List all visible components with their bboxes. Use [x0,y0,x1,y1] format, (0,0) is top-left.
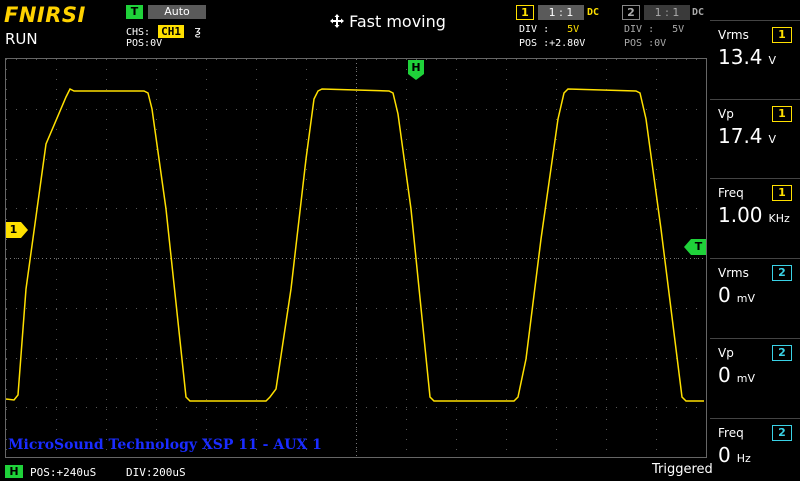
ch1-div-label: DIV : [519,24,550,35]
ch1-trace [6,87,704,402]
run-state[interactable]: RUN [5,30,38,48]
footer-bar [0,462,710,480]
chs-label: CHS: [126,27,151,38]
horizontal-pos-label: POS: [30,466,57,479]
measurement-value: 13.4 V [718,45,776,69]
grid-dots [6,59,703,456]
trigger-source-value[interactable]: CH1 [158,25,184,38]
measurement-unit: mV [736,372,755,385]
measurement-value: 1.00 KHz [718,203,790,227]
ch2-pos-value: 0V [654,38,667,49]
trigger-source-row: CHS: CH1 ƺ [126,24,201,38]
trigger-pos-value: 0V [150,38,163,49]
measurement-1[interactable]: Vp 1 17.4 V [710,99,800,162]
move-arrows-icon [330,14,344,28]
measurement-0[interactable]: Vrms 1 13.4 V [710,20,800,83]
measurement-number: 0 [718,443,731,467]
ch1-probe[interactable]: 1 : 1 [538,5,584,20]
ch1-pos-value: +2.80V [549,38,586,49]
trigger-badge: T [126,5,143,19]
measurement-label: Vp [718,107,734,121]
trigger-pos-row: POS:0V [126,38,162,49]
measurement-unit: V [768,54,777,67]
measurement-number: 13.4 [718,45,763,69]
measurement-unit: KHz [768,212,790,225]
ch2-pos-label: POS : [624,38,655,49]
measurement-channel-badge: 2 [772,345,792,361]
horizontal-pos[interactable]: POS:+240uS [30,466,96,479]
measurement-number: 17.4 [718,124,763,148]
ch1-pos-label: POS : [519,38,550,49]
measurement-number: 1.00 [718,203,763,227]
trigger-marker-label: T [694,240,703,253]
trigger-status: Triggered [652,462,713,477]
measurement-5[interactable]: Freq 2 0 Hz [710,418,800,481]
ch2-badge[interactable]: 2 [622,5,640,20]
measurement-unit: Hz [736,452,751,465]
timebase-label: DIV: [126,466,153,479]
ch1-level-marker[interactable]: 1 [6,222,28,242]
trigger-mode[interactable]: Auto [148,5,206,19]
ch2-probe[interactable]: 1 : 1 [644,5,690,20]
ch2-div-label: DIV : [624,24,655,35]
waveform-grid [6,59,704,456]
measurement-value: 17.4 V [718,124,776,148]
measurement-value: 0 Hz [718,443,751,467]
ch2-div-row: DIV : 5V [624,24,684,35]
measurement-channel-badge: 2 [772,425,792,441]
timebase[interactable]: DIV:200uS [126,466,186,479]
timebase-value: 200uS [152,466,186,479]
ch1-badge[interactable]: 1 [516,5,534,20]
ch2-coupling[interactable]: DC [692,7,704,18]
ch1-div-row: DIV : 5V [519,24,579,35]
horizontal-pos-value: +240uS [56,466,97,479]
measurement-channel-badge: 1 [772,106,792,122]
measurement-label: Vrms [718,266,749,280]
measurement-value: 0 mV [718,283,755,307]
measurement-unit: V [768,133,777,146]
h-marker-label: H [411,61,421,74]
brand-logo: FNIRSI [4,3,86,27]
measurement-3[interactable]: Vrms 2 0 mV [710,258,800,321]
measurement-value: 0 mV [718,363,755,387]
ch1-coupling[interactable]: DC [587,7,599,18]
measurement-label: Freq [718,426,744,440]
measurement-channel-badge: 2 [772,265,792,281]
h-position-marker[interactable]: H [408,60,424,84]
rising-edge-icon[interactable]: ƺ [194,24,201,38]
ch1-pos-row: POS :+2.80V [519,38,585,49]
mode-text: Fast moving [349,12,446,31]
ch1-div-value: 5V [567,24,580,35]
ch1-marker-label: 1 [9,223,18,236]
measurement-number: 0 [718,283,731,307]
measurement-channel-badge: 1 [772,27,792,43]
measurement-4[interactable]: Vp 2 0 mV [710,338,800,401]
measurement-label: Vrms [718,28,749,42]
measurement-number: 0 [718,363,731,387]
measurement-label: Freq [718,186,744,200]
ch2-div-value: 5V [672,24,685,35]
horizontal-badge: H [5,465,23,478]
measurement-unit: mV [736,292,755,305]
waveform-screen[interactable] [5,58,707,458]
ch2-pos-row: POS :0V [624,38,666,49]
measurement-2[interactable]: Freq 1 1.00 KHz [710,178,800,241]
overlay-caption: MicroSound Technology XSP 11 - AUX 1 [8,437,322,453]
measurement-channel-badge: 1 [772,185,792,201]
mode-indicator[interactable]: Fast moving [330,12,446,31]
trigger-level-marker[interactable]: T [684,239,706,259]
measurement-label: Vp [718,346,734,360]
trigger-pos-label: POS: [126,38,151,49]
